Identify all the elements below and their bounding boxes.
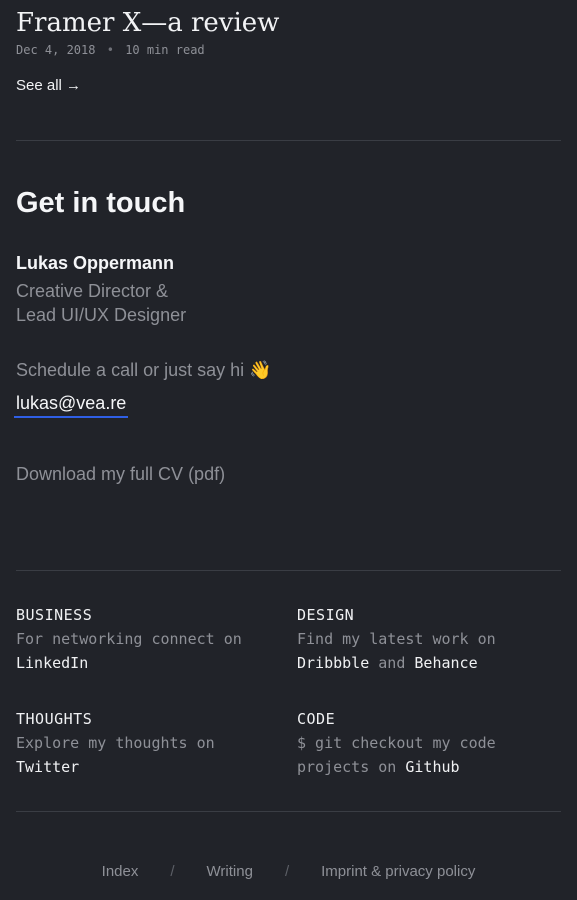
behance-link[interactable]: Behance [414, 654, 477, 672]
download-cv-link[interactable]: Download my full CV (pdf) [16, 462, 225, 486]
code-text-line2: projects on [297, 758, 397, 776]
post-meta: Dec 4, 2018 • 10 min read [16, 42, 205, 58]
thoughts-text: Explore my thoughts on [16, 734, 215, 752]
twitter-link[interactable]: Twitter [16, 758, 79, 776]
business-text: For networking connect on [16, 630, 242, 648]
schedule-text: Schedule a call or just say hi 👋 [16, 360, 272, 380]
meta-separator: • [106, 43, 114, 57]
design-joiner: and [378, 654, 406, 672]
code-heading: CODE [297, 710, 336, 728]
footer-link-writing[interactable]: Writing [207, 863, 253, 880]
footer-link-index[interactable]: Index [102, 863, 139, 880]
business-column: BUSINESS For networking connect on Linke… [16, 603, 242, 675]
thoughts-column: THOUGHTS Explore my thoughts on Twitter [16, 707, 215, 779]
footer-link-imprint[interactable]: Imprint & privacy policy [321, 863, 475, 880]
linkedin-link[interactable]: LinkedIn [16, 654, 88, 672]
contact-role-line1: Creative Director & [16, 281, 169, 301]
post-read-time: 10 min read [125, 43, 205, 57]
contact-name: Lukas Oppermann [16, 253, 175, 273]
post-title-link[interactable]: Framer X—a review [16, 6, 279, 40]
see-all-link[interactable]: See all → [16, 76, 81, 96]
design-text: Find my latest work on [297, 630, 496, 648]
thoughts-heading: THOUGHTS [16, 710, 93, 728]
get-in-touch-heading: Get in touch [16, 187, 186, 219]
dribbble-link[interactable]: Dribbble [297, 654, 369, 672]
email-link[interactable]: lukas@vea.re [14, 391, 129, 418]
contact-role-line2: Lead UI/UX Designer [16, 305, 187, 325]
footer-separator: / [284, 863, 290, 880]
post-date: Dec 4, 2018 [16, 43, 96, 57]
business-heading: BUSINESS [16, 606, 93, 624]
design-column: DESIGN Find my latest work on Dribbble a… [297, 603, 496, 675]
design-heading: DESIGN [297, 606, 355, 624]
footer-nav: Index / Writing / Imprint & privacy policy [0, 860, 577, 884]
footer-separator: / [170, 863, 175, 880]
github-link[interactable]: Github [405, 758, 459, 776]
divider [16, 140, 561, 141]
code-text-line1: $ git checkout my code [297, 734, 496, 752]
divider [16, 811, 561, 812]
code-column: CODE $ git checkout my code projects on … [297, 707, 496, 779]
divider [16, 570, 561, 571]
